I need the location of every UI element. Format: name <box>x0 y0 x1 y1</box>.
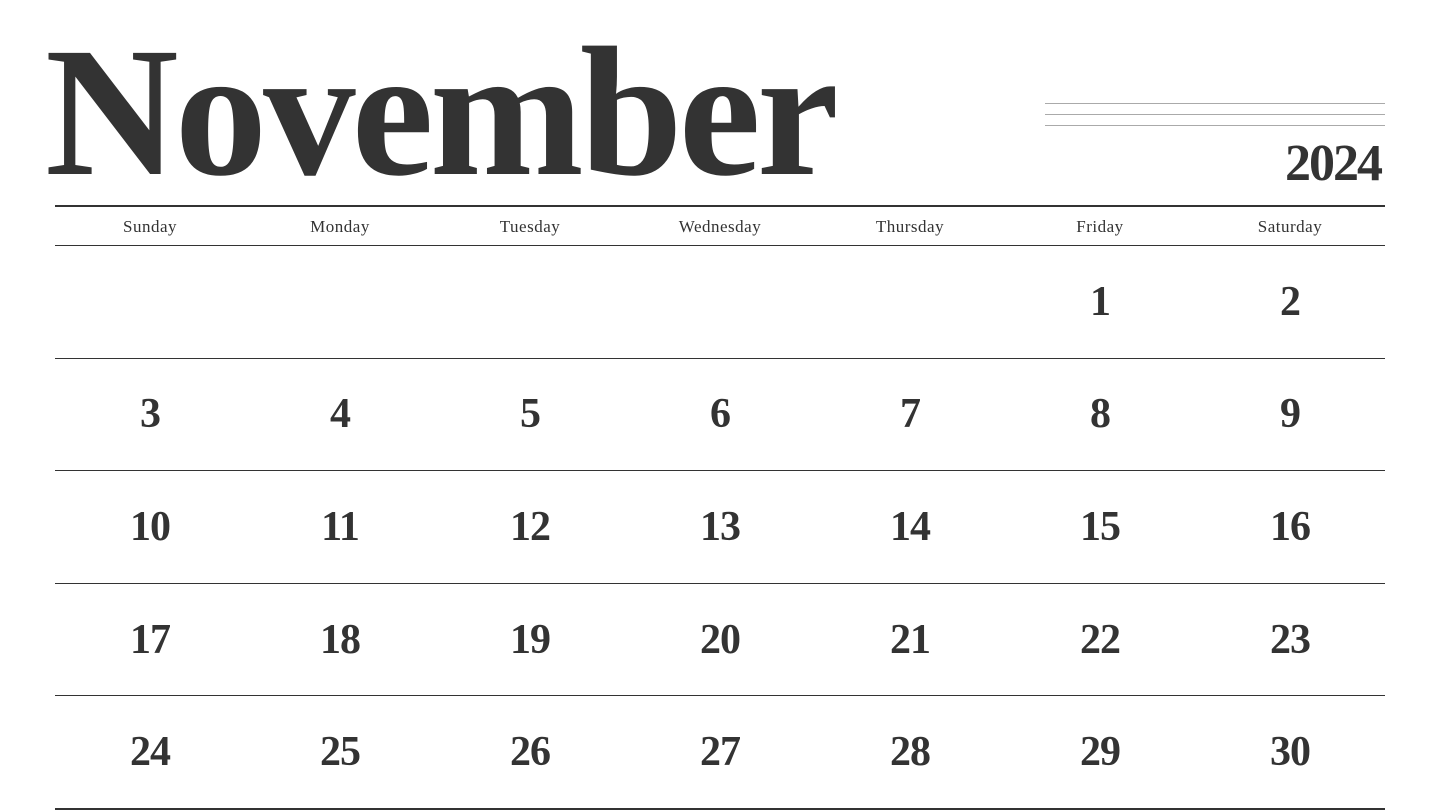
calendar-cell <box>55 246 245 358</box>
calendar-cell: 15 <box>1005 471 1195 583</box>
day-number: 8 <box>1090 390 1110 438</box>
calendar-cell: 4 <box>245 359 435 471</box>
calendar-cell: 22 <box>1005 584 1195 696</box>
calendar-cell <box>245 246 435 358</box>
calendar-cell: 21 <box>815 584 1005 696</box>
calendar-cell: 8 <box>1005 359 1195 471</box>
calendar-cell: 11 <box>245 471 435 583</box>
day-number: 21 <box>890 616 930 664</box>
day-number: 15 <box>1080 503 1120 551</box>
year-section: 2024 <box>1045 103 1385 193</box>
day-number: 26 <box>510 728 550 776</box>
day-number: 22 <box>1080 616 1120 664</box>
day-header-friday: Friday <box>1005 207 1195 245</box>
calendar-week-4: 17 18 19 20 21 22 23 <box>55 584 1385 697</box>
day-number: 19 <box>510 616 550 664</box>
calendar-cell: 16 <box>1195 471 1385 583</box>
calendar-cell: 1 <box>1005 246 1195 358</box>
day-number: 2 <box>1280 278 1300 326</box>
day-number: 1 <box>1090 278 1110 326</box>
day-number: 5 <box>520 390 540 438</box>
calendar-cell: 19 <box>435 584 625 696</box>
day-header-thursday: Thursday <box>815 207 1005 245</box>
day-number: 28 <box>890 728 930 776</box>
calendar-cell: 26 <box>435 696 625 808</box>
day-number: 12 <box>510 503 550 551</box>
calendar-cell: 6 <box>625 359 815 471</box>
calendar-cell: 3 <box>55 359 245 471</box>
year-number: 2024 <box>1285 134 1381 193</box>
day-number: 23 <box>1270 616 1310 664</box>
day-number: 13 <box>700 503 740 551</box>
day-number: 25 <box>320 728 360 776</box>
calendar-cell: 9 <box>1195 359 1385 471</box>
calendar-cell: 27 <box>625 696 815 808</box>
day-number: 7 <box>900 390 920 438</box>
calendar-cell: 23 <box>1195 584 1385 696</box>
calendar-cell: 20 <box>625 584 815 696</box>
day-number: 24 <box>130 728 170 776</box>
calendar-week-5: 24 25 26 27 28 29 30 <box>55 696 1385 810</box>
header-section: November 2024 <box>55 0 1385 205</box>
calendar-week-2: 3 4 5 6 7 8 9 <box>55 359 1385 472</box>
day-number: 18 <box>320 616 360 664</box>
calendar-cell <box>625 246 815 358</box>
calendar-cell <box>815 246 1005 358</box>
calendar-cell: 5 <box>435 359 625 471</box>
calendar-cell: 14 <box>815 471 1005 583</box>
calendar-week-3: 10 11 12 13 14 15 16 <box>55 471 1385 584</box>
calendar-cell: 12 <box>435 471 625 583</box>
year-line-2 <box>1045 114 1385 115</box>
day-number: 29 <box>1080 728 1120 776</box>
day-number: 4 <box>330 390 350 438</box>
calendar-cell: 2 <box>1195 246 1385 358</box>
calendar-cell: 24 <box>55 696 245 808</box>
calendar-cell: 29 <box>1005 696 1195 808</box>
calendar-cell: 28 <box>815 696 1005 808</box>
day-number: 11 <box>321 503 359 551</box>
calendar-body: 1234567891011121314151617181920212223242… <box>55 246 1385 810</box>
day-number: 6 <box>710 390 730 438</box>
day-header-saturday: Saturday <box>1195 207 1385 245</box>
year-line-1 <box>1045 103 1385 104</box>
day-number: 30 <box>1270 728 1310 776</box>
day-number: 9 <box>1280 390 1300 438</box>
day-number: 20 <box>700 616 740 664</box>
year-lines <box>1045 103 1385 126</box>
calendar-container: November 2024 SundayMondayTuesdayWednesd… <box>0 0 1440 810</box>
calendar-cell <box>435 246 625 358</box>
day-number: 3 <box>140 390 160 438</box>
month-title: November <box>45 20 835 205</box>
day-number: 17 <box>130 616 170 664</box>
day-number: 10 <box>130 503 170 551</box>
day-number: 16 <box>1270 503 1310 551</box>
calendar-cell: 7 <box>815 359 1005 471</box>
calendar-cell: 18 <box>245 584 435 696</box>
year-line-3 <box>1045 125 1385 126</box>
calendar-week-1: 12 <box>55 246 1385 359</box>
calendar-cell: 25 <box>245 696 435 808</box>
calendar-cell: 10 <box>55 471 245 583</box>
calendar-cell: 13 <box>625 471 815 583</box>
calendar-grid: SundayMondayTuesdayWednesdayThursdayFrid… <box>55 205 1385 810</box>
calendar-cell: 30 <box>1195 696 1385 808</box>
day-number: 14 <box>890 503 930 551</box>
calendar-cell: 17 <box>55 584 245 696</box>
day-number: 27 <box>700 728 740 776</box>
